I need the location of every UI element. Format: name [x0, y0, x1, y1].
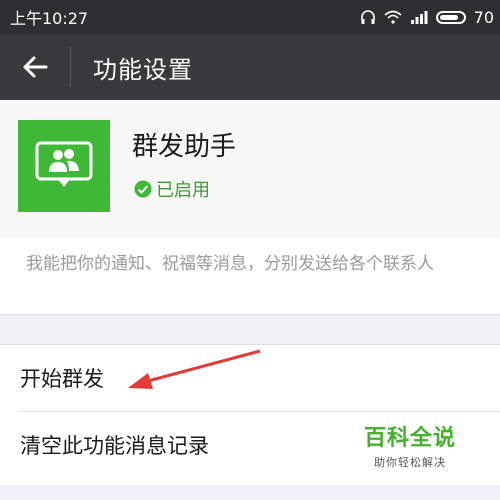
start-mass-message-label: 开始群发 — [20, 367, 104, 391]
wifi-icon — [384, 10, 402, 24]
mass-message-app-icon — [18, 120, 110, 212]
watermark-subtitle: 助你轻松解决 — [374, 456, 446, 469]
status-bar: 上午10:27 70 — [0, 0, 500, 34]
page-title: 功能设置 — [93, 55, 193, 84]
clear-history-label: 清空此功能消息记录 — [20, 434, 209, 458]
back-arrow-icon — [23, 56, 48, 78]
feature-description: 我能把你的通知、祝福等消息，分别发送给各个联系人 — [26, 254, 434, 274]
watermark-title: 百科全说 — [363, 426, 456, 451]
feature-description-box: 我能把你的通知、祝福等消息，分别发送给各个联系人 — [0, 238, 500, 315]
status-badge: 已启用 — [134, 176, 210, 202]
header-divider — [70, 47, 71, 87]
feature-profile: 群发助手 已启用 — [0, 100, 500, 239]
watermark: 百科全说 助你轻松解决 — [340, 420, 480, 470]
chat-contacts-icon — [35, 141, 93, 187]
annotation-arrow — [128, 349, 261, 389]
battery-level: 70 — [473, 7, 494, 27]
battery-icon — [435, 10, 466, 24]
status-label: 已启用 — [156, 180, 210, 201]
status-time: 上午10:27 — [10, 9, 89, 28]
headphones-icon — [360, 10, 375, 24]
feature-name: 群发助手 — [132, 132, 237, 162]
status-icons: 70 — [360, 8, 494, 27]
app-header: 功能设置 — [0, 34, 500, 100]
check-circle-icon — [134, 180, 152, 198]
back-button[interactable] — [0, 34, 70, 100]
signal-icon — [410, 11, 428, 24]
